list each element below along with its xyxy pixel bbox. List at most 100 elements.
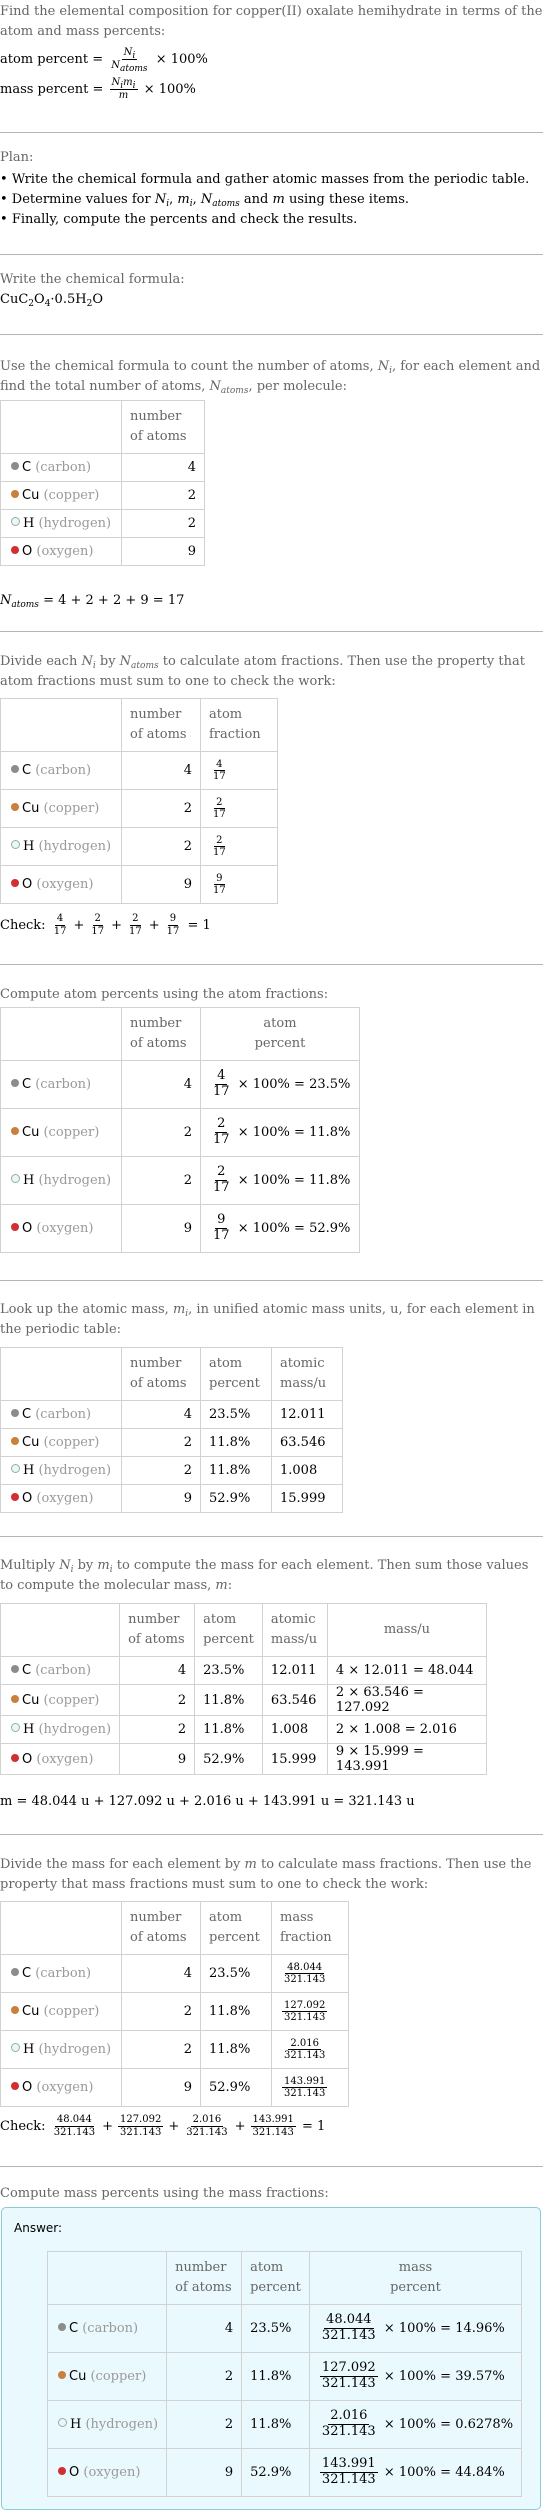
element-color-dot-icon [11, 1464, 20, 1473]
mass-percent-table: number of atoms atom percent mass percent C… [46, 2251, 523, 2497]
atom-count: 9 [121, 2068, 201, 2107]
element-color-dot-icon [11, 1174, 20, 1183]
element-color-dot-icon [11, 1694, 19, 1703]
mass-fraction: 127.092 321.143 [271, 1992, 349, 2031]
element-color-dot-icon [11, 1753, 19, 1762]
atom-count: 4 [121, 751, 201, 790]
element-name: (oxygen) [36, 877, 94, 892]
element-name: (hydrogen) [38, 839, 112, 854]
lookup-section: Look up the atomic mass, mi, in unified … [0, 1300, 543, 1340]
atom-count: 9 [166, 2448, 243, 2497]
element-symbol: C [22, 763, 32, 778]
element-name: (copper) [43, 801, 100, 816]
atomic-mass-value: 63.546 [271, 1428, 343, 1457]
element-name: (hydrogen) [38, 1463, 112, 1478]
element-symbol: C [22, 1966, 32, 1981]
mass-percent-text: Compute mass percents using the mass fra… [0, 2186, 329, 2201]
table-row: O (oxygen) 9 52.9% 143.991 321.143 × 100% = … [46, 2448, 523, 2497]
table-row: O (oxygen) 9 52.9% 15.999 [0, 1484, 343, 1513]
element-label: C (carbon) [0, 751, 122, 790]
element-label: O (oxygen) [0, 1743, 121, 1775]
mass-fraction-section: Divide the mass for each element by m to… [0, 1855, 543, 1895]
mass-fraction-table-body: C (carbon) 4 23.5% 48.044 321.143 Cu (copper)… [0, 1954, 349, 2107]
table-row: C (carbon) 4 23.5% 12.011 4 × 12.011 = 48.04… [0, 1656, 487, 1685]
element-name: (hydrogen) [38, 1173, 112, 1188]
element-name: (carbon) [35, 1663, 92, 1678]
table-row: C (carbon) 4 4 17 [0, 751, 278, 790]
answer-label: Answer: [14, 2221, 63, 2235]
atom-percent-value: 11.8% [194, 1715, 263, 1744]
table-row: Cu (copper) 2 11.8% 63.546 [0, 1428, 343, 1457]
atomic-mass-value: 63.546 [261, 1684, 328, 1716]
header-atom-percent: atom percent [200, 1901, 272, 1955]
element-label: Cu (copper) [0, 1428, 122, 1457]
element-symbol: O [22, 2080, 33, 2095]
atomic-mass-value: 1.008 [271, 1456, 343, 1485]
lookup-table-body: C (carbon) 4 23.5% 12.011 Cu (copper) 2 11.8% 6… [0, 1400, 343, 1513]
element-symbol: Cu [22, 1692, 40, 1708]
element-symbol: H [23, 839, 35, 854]
header-atom-percent: atom percent [200, 1007, 360, 1061]
table-header-row: number of atoms atom fraction [0, 698, 278, 752]
header-mass: mass/u [326, 1603, 487, 1657]
element-label: Cu (copper) [0, 789, 122, 828]
atom-count: 2 [119, 1684, 196, 1716]
table-row: Cu (copper) 2 [0, 481, 205, 510]
mass-percent-table-body: C (carbon) 4 23.5% 48.044 321.143 × 100% = 1… [46, 2304, 523, 2497]
atom-percent-section: Compute atom percents using the atom fra… [0, 985, 543, 1005]
atom-count: 4 [121, 1060, 201, 1109]
formula-section: Write the chemical formula: CuC2O4·0.5H2… [0, 270, 543, 310]
element-color-dot-icon [11, 765, 19, 773]
atom-count: 2 [166, 2352, 243, 2401]
table-header-row: number of atoms atom percent atomic mass/u [0, 1347, 343, 1401]
multiply-table-body: C (carbon) 4 23.5% 12.011 4 × 12.011 = 48.04… [0, 1656, 487, 1775]
element-color-dot-icon [11, 840, 20, 849]
answer-box: Answer: number of atoms atom percent mass p… [1, 2207, 541, 2510]
element-color-dot-icon [11, 2082, 19, 2090]
element-color-dot-icon [58, 2323, 66, 2331]
header-number-of-atoms: number of atoms [121, 400, 205, 454]
question-text: Find the elemental composition for coppe… [0, 4, 543, 39]
atom-count: 2 [121, 509, 205, 538]
atom-count: 4 [121, 453, 205, 482]
element-name: (carbon) [82, 2321, 139, 2336]
element-name: (carbon) [35, 460, 92, 475]
table-row: H (hydrogen) 2 11.8% 1.008 [0, 1456, 343, 1485]
atom-percent-value: 52.9% [241, 2448, 310, 2497]
atom-fraction: 4 17 [200, 751, 278, 790]
table-row: O (oxygen) 9 9 17 × 100% = 52.9% [0, 1204, 360, 1253]
check-fraction: 9 17 [166, 913, 180, 937]
atom-count: 2 [121, 1456, 201, 1485]
divider [0, 132, 543, 133]
atom-count: 2 [121, 1428, 201, 1457]
element-symbol: H [23, 2042, 35, 2057]
intro-section: Find the elemental composition for coppe… [0, 2, 543, 104]
atom-percent-fraction: Ni Natoms [111, 47, 148, 74]
element-color-dot-icon [11, 1723, 20, 1732]
atom-count: 4 [119, 1656, 196, 1685]
mass-percent-calculation: 48.044 321.143 × 100% = 14.96% [308, 2304, 523, 2353]
atomic-mass-value: 12.011 [261, 1656, 328, 1685]
element-label: Cu (copper) [0, 1684, 121, 1716]
mass-fraction: 143.991 321.143 [271, 2068, 349, 2107]
atom-count: 9 [121, 1484, 201, 1513]
table-row: O (oxygen) 9 [0, 537, 205, 566]
element-name: (hydrogen) [38, 516, 112, 531]
element-color-dot-icon [11, 2043, 20, 2052]
element-symbol: H [23, 1173, 35, 1188]
element-symbol: C [22, 1663, 32, 1678]
atom-count: 2 [121, 789, 201, 828]
element-symbol: O [22, 544, 33, 559]
element-symbol: Cu [22, 1435, 40, 1450]
divider [0, 334, 543, 335]
element-label: H (hydrogen) [0, 827, 122, 866]
element-color-dot-icon [11, 1493, 19, 1501]
atom-count: 2 [121, 1992, 201, 2031]
natoms-equation: Natoms = 4 + 2 + 2 + 9 = 17 [0, 593, 185, 610]
element-color-dot-icon [11, 803, 19, 811]
table-row: Cu (copper) 2 11.8% 127.092 321.143 × 100% =… [46, 2352, 523, 2401]
element-label: O (oxygen) [46, 2448, 168, 2497]
element-symbol: C [22, 460, 32, 475]
atom-count: 9 [119, 1743, 196, 1775]
multiply-table: number of atoms atom percent atomic mass/u … [0, 1603, 487, 1775]
